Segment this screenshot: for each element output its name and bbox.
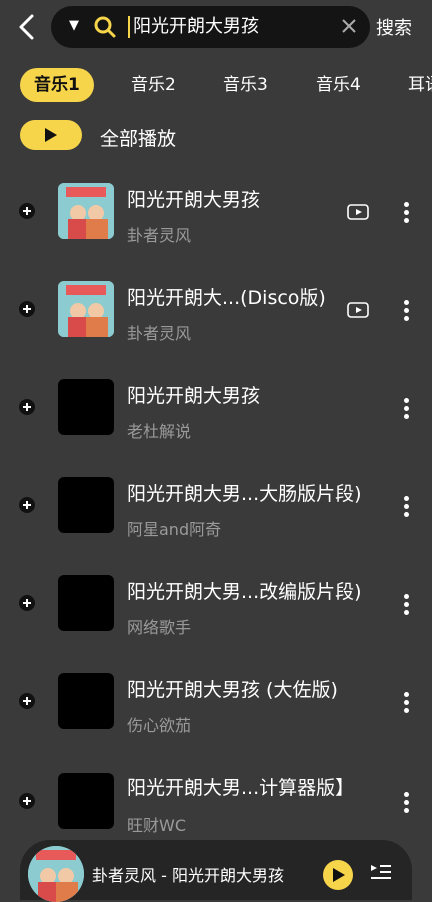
tab-music3[interactable]: 音乐3 — [209, 68, 282, 102]
play-all-label[interactable]: 全部播放 — [100, 124, 176, 151]
album-cover — [58, 379, 114, 435]
category-tabs: 音乐1 音乐2 音乐3 音乐4 耳语 — [0, 62, 432, 106]
song-artist: 卦者灵风 — [127, 324, 192, 343]
add-icon[interactable] — [19, 399, 35, 415]
play-icon — [333, 868, 345, 882]
play-icon — [45, 128, 57, 142]
song-title: 阳光开朗大男孩 (大佐版) — [127, 679, 338, 701]
song-artist: 网络歌手 — [127, 618, 192, 637]
song-artist: 卦者灵风 — [127, 226, 192, 245]
album-cover — [58, 477, 114, 533]
album-cover — [58, 773, 114, 829]
more-icon[interactable] — [402, 792, 410, 814]
more-icon[interactable] — [402, 692, 410, 714]
mini-player[interactable]: 卦者灵风 - 阳光开朗大男孩 — [20, 840, 412, 902]
player-play-button[interactable] — [323, 860, 353, 890]
album-cover — [58, 575, 114, 631]
more-icon[interactable] — [402, 594, 410, 616]
tab-whisper[interactable]: 耳语 — [394, 68, 432, 102]
album-cover — [58, 673, 114, 729]
mv-icon[interactable] — [347, 204, 369, 220]
song-artist: 旺财WC — [127, 816, 186, 835]
search-input[interactable]: 阳光开朗大男孩 — [128, 16, 259, 38]
play-all-button[interactable] — [20, 120, 82, 150]
song-title: 阳光开朗大男孩 — [127, 189, 261, 211]
song-artist: 老杜解说 — [127, 422, 192, 441]
tab-music4[interactable]: 音乐4 — [302, 68, 375, 102]
more-icon[interactable] — [402, 300, 410, 322]
playlist-icon[interactable] — [370, 862, 392, 882]
tab-music1[interactable]: 音乐1 — [20, 68, 94, 102]
now-playing-text: 卦者灵风 - 阳光开朗大男孩 — [92, 866, 284, 885]
clear-icon[interactable] — [340, 17, 358, 35]
more-icon[interactable] — [402, 202, 410, 224]
search-bar[interactable]: ▼ 阳光开朗大男孩 — [51, 6, 370, 48]
song-artist: 伤心欲茄 — [127, 716, 192, 735]
album-cover — [58, 281, 114, 337]
add-icon[interactable] — [19, 301, 35, 317]
song-row[interactable]: 阳光开朗大男...计算器版】 旺财WC — [0, 750, 432, 848]
song-title: 阳光开朗大男...大肠版片段) — [127, 483, 362, 505]
song-title: 阳光开朗大...(Disco版) — [127, 287, 326, 309]
song-row[interactable]: 阳光开朗大男孩 卦者灵风 — [0, 162, 432, 260]
add-icon[interactable] — [19, 497, 35, 513]
song-title: 阳光开朗大男...计算器版】 — [127, 777, 355, 799]
song-row[interactable]: 阳光开朗大男孩 (大佐版) 伤心欲茄 — [0, 652, 432, 750]
song-row[interactable]: 阳光开朗大男...改编版片段) 网络歌手 — [0, 554, 432, 652]
search-button[interactable]: 搜索 — [376, 14, 412, 40]
back-icon[interactable] — [14, 10, 42, 44]
song-row[interactable]: 阳光开朗大男...大肠版片段) 阿星and阿奇 — [0, 456, 432, 554]
tab-music2[interactable]: 音乐2 — [117, 68, 190, 102]
album-cover — [58, 183, 114, 239]
song-row[interactable]: 阳光开朗大男孩 老杜解说 — [0, 358, 432, 456]
song-artist: 阿星and阿奇 — [127, 520, 222, 539]
dropdown-arrow-icon[interactable]: ▼ — [69, 18, 79, 33]
more-icon[interactable] — [402, 398, 410, 420]
add-icon[interactable] — [19, 595, 35, 611]
mv-icon[interactable] — [347, 302, 369, 318]
song-title: 阳光开朗大男...改编版片段) — [127, 581, 362, 603]
more-icon[interactable] — [402, 496, 410, 518]
song-row[interactable]: 阳光开朗大...(Disco版) 卦者灵风 — [0, 260, 432, 358]
song-title: 阳光开朗大男孩 — [127, 385, 261, 407]
add-icon[interactable] — [19, 793, 35, 809]
add-icon[interactable] — [19, 693, 35, 709]
search-icon — [94, 16, 116, 38]
add-icon[interactable] — [19, 203, 35, 219]
now-playing-cover — [28, 846, 84, 902]
